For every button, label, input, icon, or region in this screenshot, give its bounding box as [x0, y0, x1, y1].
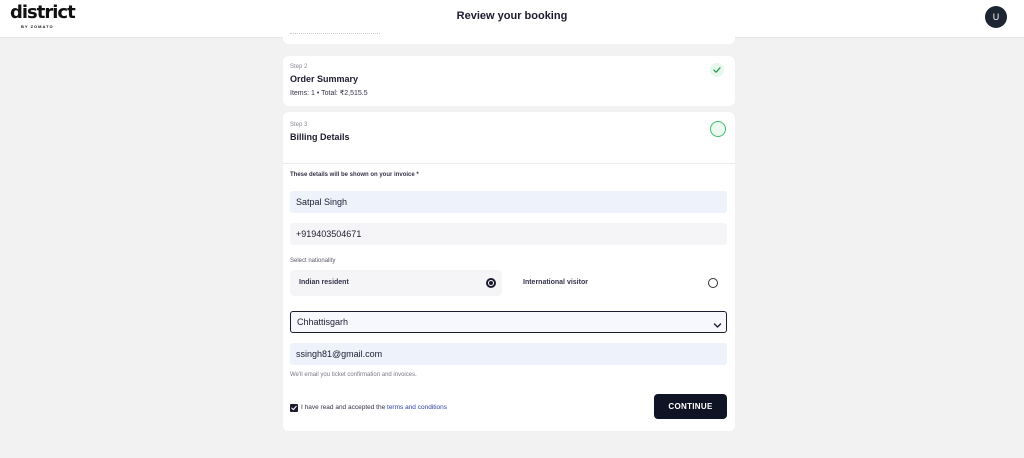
order-summary-step[interactable]: Step 2 Order Summary Items: 1 • Total: ₹…: [283, 56, 735, 106]
phone-input[interactable]: +919403504671: [290, 223, 727, 245]
step-3-kicker: Step 3: [290, 122, 308, 128]
radio-indian-resident-label: Indian resident: [299, 279, 349, 286]
radio-unselected-icon[interactable]: [708, 278, 718, 288]
state-select[interactable]: Chhattisgarh: [290, 311, 727, 333]
radio-international-visitor[interactable]: International visitor: [514, 270, 726, 296]
order-summary-title: Order Summary: [290, 74, 359, 84]
radio-selected-icon[interactable]: [486, 278, 496, 288]
step-pending-circle-icon: [710, 121, 726, 137]
billing-details-step: Step 3 Billing Details These details wil…: [283, 112, 735, 431]
radio-international-visitor-label: International visitor: [523, 279, 588, 286]
chevron-down-icon: [713, 317, 722, 335]
billing-details-title: Billing Details: [290, 132, 350, 142]
continue-button[interactable]: CONTINUE: [654, 394, 727, 419]
terms-text: I have read and accepted the terms and c…: [301, 404, 447, 411]
terms-link[interactable]: terms and conditions: [387, 404, 447, 411]
step-complete-check-icon: [710, 63, 724, 77]
terms-checkbox[interactable]: [290, 404, 298, 412]
email-help-text: We'll email you ticket confirmation and …: [290, 372, 417, 378]
state-select-value: Chhattisgarh: [297, 317, 349, 327]
order-summary-totals: Items: 1 • Total: ₹2,515.5: [290, 90, 368, 97]
invoice-note: These details will be shown on your invo…: [290, 172, 419, 178]
email-input[interactable]: ssingh81@gmail.com: [290, 343, 727, 365]
step-2-kicker: Step 2: [290, 64, 308, 70]
step-1-card-partial: [283, 32, 735, 44]
terms-prefix: I have read and accepted the: [301, 404, 388, 411]
page-title: Review your booking: [456, 10, 568, 22]
section-divider: [283, 163, 735, 164]
step-1-partial-text: [290, 33, 380, 36]
user-avatar[interactable]: U: [985, 6, 1007, 28]
logo-subtext: BY ZOMATO: [21, 24, 54, 29]
radio-indian-resident[interactable]: Indian resident: [290, 270, 502, 296]
nationality-label: Select nationality: [290, 258, 336, 264]
full-name-input[interactable]: Satpal Singh: [290, 191, 727, 213]
